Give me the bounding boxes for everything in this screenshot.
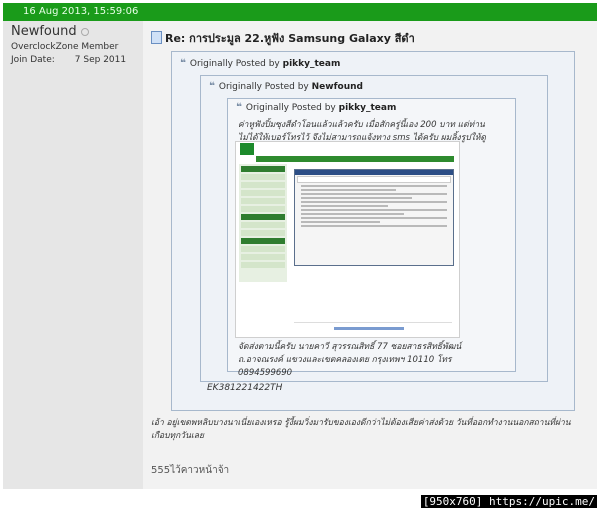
username-block: Newfound [11,24,89,39]
post-header-bar: 16 Aug 2013, 15:59:06 [3,3,597,21]
quote-outer-author[interactable]: pikky_team [283,59,341,69]
upic-watermark: [950x760] https://upic.me/ [420,495,597,508]
reply-text: เอ้า อยู่เขตพหลิบบางนาเนี่ยเองเหรอ รู้งี… [151,418,571,441]
post-body: Re: การประมูล 22.หูฟัง Samsung Galaxy สี… [143,21,597,489]
quote-outer-header: ❝ Originally Posted by pikky_team [180,58,341,69]
quote-icon: ❝ [209,81,215,92]
quote-inner-header: ❝ Originally Posted by pikky_team [236,102,397,113]
quote-inner-author[interactable]: pikky_team [339,103,397,113]
post-title-text: Re: การประมูล 22.หูฟัง Samsung Galaxy สี… [165,32,415,45]
transfer-receipt-image[interactable] [235,141,460,338]
kbank-nav-bar [256,156,454,162]
signature: 555ไว้คาวหน้าจ้า [151,465,230,476]
receipt-popup-window [294,169,454,266]
tracking-number: EK381221422TH [207,383,283,393]
quote-inner-text-2: จัดส่งตามนี้ครับ นายคาวี สุวรรณสิทธิ์ 77… [238,342,462,378]
user-info-panel: Newfound OverclockZone Member Join Date:… [3,21,143,489]
post-document-icon [151,31,162,44]
username-link[interactable]: Newfound [11,24,77,39]
quote-icon: ❝ [180,58,186,69]
status-offline-icon [80,27,89,36]
quote-middle-header: ❝ Originally Posted by Newfound [209,81,363,92]
kbank-logo [240,143,254,155]
user-title: OverclockZone Member [11,42,119,52]
kbank-side-menu [239,164,287,282]
quote-middle-author[interactable]: Newfound [312,82,363,92]
join-date-value: 7 Sep 2011 [74,55,127,65]
post-title: Re: การประมูล 22.หูฟัง Samsung Galaxy สี… [151,29,415,47]
forum-post-frame: 16 Aug 2013, 15:59:06 Newfound Overclock… [0,0,600,509]
post-date: 16 Aug 2013, 15:59:06 [23,6,139,17]
join-date: Join Date: 7 Sep 2011 [11,55,126,65]
quote-icon: ❝ [236,102,242,113]
kbank-footer [294,322,452,335]
join-date-label: Join Date: [11,55,55,65]
